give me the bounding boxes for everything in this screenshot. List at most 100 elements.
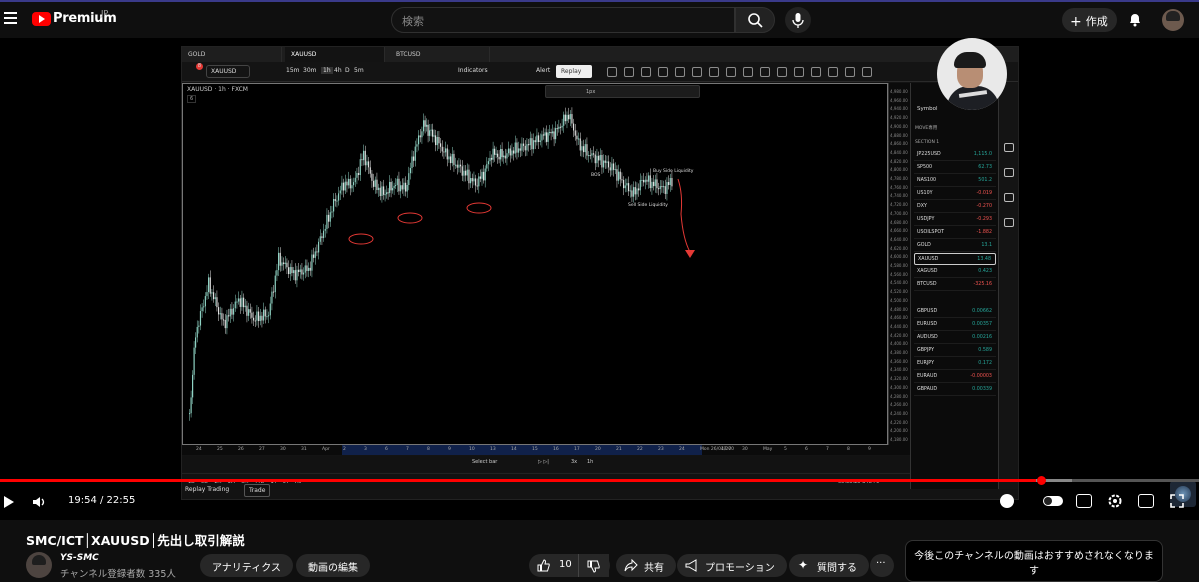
search-button[interactable] [735,7,775,33]
watchlist-row[interactable]: XAUUSD 13.48 [914,253,996,265]
watchlist-row[interactable]: EURUSD 0.00357 [914,319,996,331]
watchlist-section[interactable]: SECTION 1 [915,140,939,145]
youtube-logo-icon[interactable] [32,12,51,26]
candle-body [344,181,346,191]
search-input[interactable]: 検索 [391,7,735,33]
time-axis[interactable]: 24 25 26 27 30 31 Apr 2 3 6 7 8 9 10 13 14 15 16 17 20 21 22 2… [182,445,910,455]
watchlist-header: Symbol [917,106,938,112]
theater-mode-icon[interactable] [1138,494,1154,508]
hline-icon[interactable] [777,67,787,77]
fullscreen-icon[interactable] [1170,494,1184,508]
undo-icon[interactable] [607,67,617,77]
notifications-button[interactable] [1127,11,1143,27]
tf-15m[interactable]: 15m [286,67,299,74]
thumbs-up-icon [537,559,550,572]
watchlist-row[interactable]: GBPUSD 0.00662 [914,306,996,318]
watchlist-row[interactable]: BTCUSD -325.16 [914,279,996,291]
arrow-icon[interactable] [794,67,804,77]
tf-4h[interactable]: 4h [334,67,342,74]
tf-30m[interactable]: 30m [303,67,316,74]
zoom-icon[interactable] [811,67,821,77]
menu-icon[interactable] [4,12,17,24]
select-bar-button[interactable]: Select bar [472,459,497,465]
watchlist-row[interactable]: GBPAUD 0.00339 [914,384,996,396]
candle-body [361,159,363,161]
replay-speed[interactable]: 3x [571,459,577,465]
edit-video-button[interactable]: 動画の編集 [296,554,370,577]
watchlist-row[interactable]: NAS100 501.2 [914,175,996,187]
candle-body [504,155,506,159]
candle-body [651,181,653,189]
volume-icon[interactable] [32,496,48,508]
ruler-icon[interactable] [726,67,736,77]
dislike-button[interactable] [578,554,610,577]
tf-5m[interactable]: 5m [354,67,364,74]
tf-1h[interactable]: 1h [321,67,333,74]
channel-avatar[interactable] [26,552,52,578]
video-player[interactable]: GOLD XAUUSD BTCUSD 8 XAUUSD 15m 30m 1h 4… [0,38,1199,522]
watchlist-row[interactable]: SP500 62.73 [914,162,996,174]
watchlist-row[interactable]: XAGUSD 0.423 [914,266,996,278]
watchlist-row[interactable]: USOILSPOT -1.882 [914,227,996,239]
lock-icon[interactable] [845,67,855,77]
candle-body [486,164,488,169]
play-step-icon[interactable]: ▷ ▷| [538,459,549,465]
price-chart[interactable]: XAUUSD · 1h · FXCM 6 1px Buy Side Liquid… [182,83,888,445]
more-actions-button[interactable]: ··· [870,554,894,577]
candle-body [400,185,402,192]
tv-tab-active[interactable]: XAUUSD [285,47,385,62]
tv-tab[interactable]: BTCUSD [390,47,490,62]
channel-name[interactable]: YS-SMC [60,553,99,563]
replay-timeframe[interactable]: 1h [587,459,593,465]
watchlist-icon[interactable] [1004,143,1014,152]
replay-button[interactable]: Replay [556,65,592,78]
settings-icon[interactable] [1107,493,1123,509]
channel-icon[interactable] [675,67,685,77]
chat-icon[interactable] [1004,218,1014,227]
crop-icon[interactable] [624,67,634,77]
magnet-icon[interactable] [828,67,838,77]
symbol-search[interactable]: XAUUSD [206,65,250,78]
watchlist-row[interactable]: US10Y -0.019 [914,188,996,200]
candle-body [574,130,576,136]
watchlist-row[interactable]: GOLD 13.1 [914,240,996,252]
eye-icon[interactable] [862,67,872,77]
cursor-icon[interactable] [641,67,651,77]
share-button[interactable]: 共有 [616,554,676,577]
tv-tab[interactable]: GOLD [182,47,282,62]
watchlist-row[interactable]: AUDUSD 0.00216 [914,332,996,344]
ask-button[interactable]: ✦ 質問する [789,554,869,577]
play-icon[interactable] [4,496,14,508]
autoplay-toggle[interactable] [1043,496,1063,506]
indicators-button[interactable]: Indicators [458,67,488,74]
voice-search-button[interactable] [785,7,811,33]
text-icon[interactable] [743,67,753,77]
price-axis[interactable]: 4,980.00 4,960.00 4,940.00 4,920.00 4,900.00… [888,83,910,445]
candle-body [281,262,283,266]
account-avatar[interactable] [1162,9,1184,31]
analytics-button[interactable]: アナリティクス [200,554,293,577]
tf-d[interactable]: D [345,67,350,74]
watchlist-row[interactable]: EURAUD -0.00003 [914,371,996,383]
progress-bar[interactable] [0,476,1199,485]
line-icon[interactable] [658,67,668,77]
pattern-icon[interactable] [709,67,719,77]
promote-button[interactable]: プロモーション [677,554,787,577]
alarm-icon[interactable] [1004,168,1014,177]
candle-body [441,146,443,152]
layers-icon[interactable] [1004,193,1014,202]
watchlist-row[interactable]: GBPJPY 0.589 [914,345,996,357]
fib-icon[interactable] [692,67,702,77]
brush-icon[interactable] [760,67,770,77]
watchlist-row[interactable]: JP225USD 1,115.0 [914,149,996,161]
watchlist-row[interactable]: EURJPY 0.172 [914,358,996,370]
watchlist-section[interactable]: MOVE専用 [915,125,937,131]
subtitles-icon[interactable] [1076,494,1092,508]
create-button[interactable]: + 作成 [1062,8,1117,32]
alert-button[interactable]: Alert [536,67,550,74]
price-tick: 4,380.00 [890,350,908,355]
candle-body [383,186,385,195]
watchlist-row[interactable]: DXY -0.270 [914,201,996,213]
watchlist-row[interactable]: USDJPY -0.293 [914,214,996,226]
price-tick: 4,840.00 [890,149,908,155]
